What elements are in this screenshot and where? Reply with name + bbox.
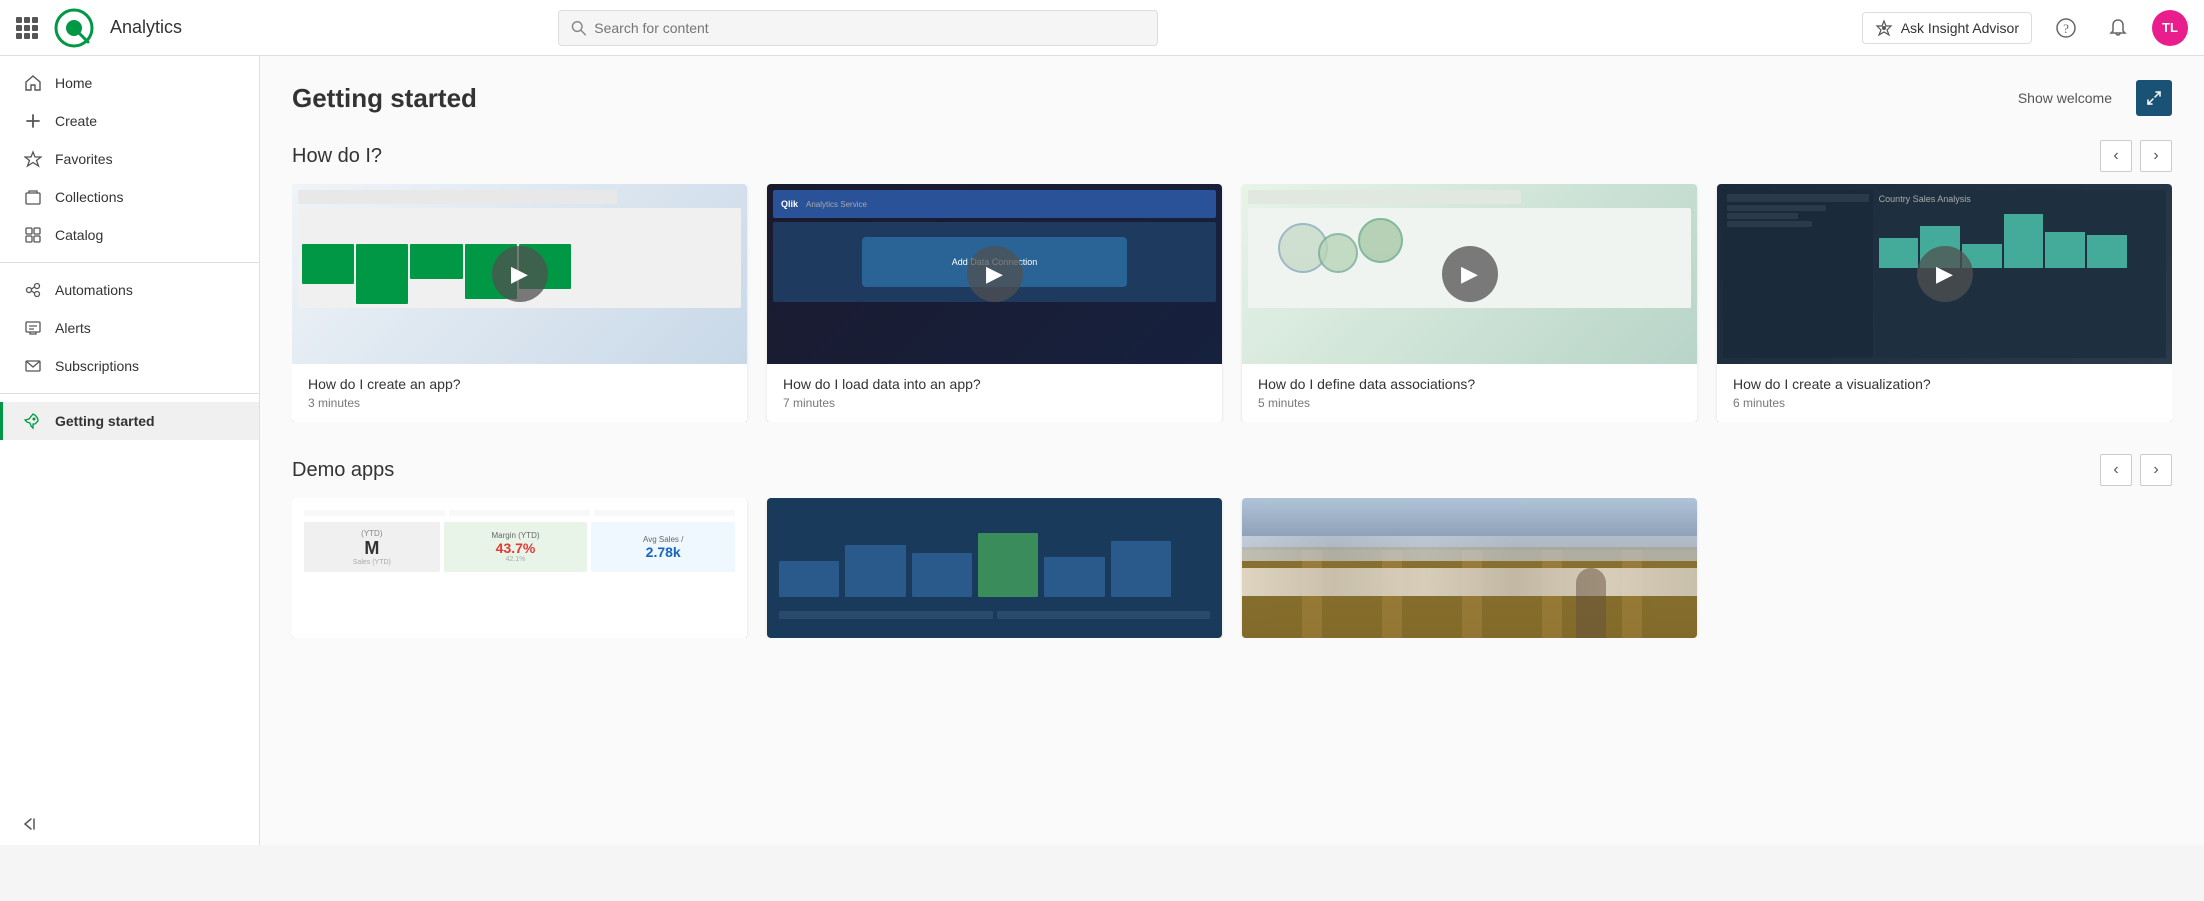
expand-icon [2146, 90, 2162, 106]
search-input[interactable] [594, 20, 1145, 36]
sidebar-label-catalog: Catalog [55, 227, 103, 243]
search-bar[interactable] [558, 10, 1158, 46]
video-card-4[interactable]: Country Sales Analysis [1717, 184, 2172, 422]
video-card-3-duration: 5 minutes [1258, 396, 1681, 410]
video-card-3-info: How do I define data associations? 5 min… [1242, 364, 1697, 422]
insight-label: Ask Insight Advisor [1901, 20, 2019, 36]
sidebar-label-home: Home [55, 75, 92, 91]
sidebar-label-alerts: Alerts [55, 320, 91, 336]
play-icon-2: ▶ [967, 246, 1023, 302]
automations-icon [23, 281, 43, 299]
sidebar-label-getting-started: Getting started [55, 413, 155, 429]
video-thumb-3: ▶ [1242, 184, 1697, 364]
sidebar-label-favorites: Favorites [55, 151, 113, 167]
plus-icon [23, 112, 43, 130]
app-name: Analytics [110, 17, 182, 38]
sidebar-bottom [0, 803, 259, 845]
search-icon [571, 20, 586, 36]
demo-card-3-thumb [1242, 498, 1697, 638]
alerts-icon [23, 319, 43, 337]
demo-apps-nav-arrows: ‹ › [2100, 454, 2172, 486]
video-card-1[interactable]: ▶ How do I create an app? 3 minutes [292, 184, 747, 422]
topnav-right: Ask Insight Advisor ? TL [1862, 10, 2188, 46]
collapse-arrow-icon [20, 815, 38, 833]
sidebar-item-getting-started[interactable]: Getting started [0, 402, 259, 440]
rocket-icon [23, 412, 43, 430]
video-card-2-info: How do I load data into an app? 7 minute… [767, 364, 1222, 422]
sidebar: Home Create Favorites [0, 56, 260, 845]
avatar[interactable]: TL [2152, 10, 2188, 46]
play-icon-1: ▶ [492, 246, 548, 302]
help-button[interactable]: ? [2048, 10, 2084, 46]
video-card-4-info: How do I create a visualization? 6 minut… [1717, 364, 2172, 422]
catalog-icon [23, 226, 43, 244]
insight-icon [1875, 19, 1893, 37]
main-content: Getting started Show welcome How do I? ‹ [260, 56, 2204, 845]
demo-card-3[interactable] [1242, 498, 1697, 638]
video-thumb-4: Country Sales Analysis [1717, 184, 2172, 364]
show-welcome-link[interactable]: Show welcome [2018, 90, 2112, 106]
demo-apps-prev-button[interactable]: ‹ [2100, 454, 2132, 486]
sidebar-item-catalog[interactable]: Catalog [0, 216, 259, 254]
sidebar-divider [0, 262, 259, 263]
grid-menu-icon[interactable] [16, 17, 38, 39]
qlik-logo [54, 8, 94, 48]
video-cards-row: ▶ How do I create an app? 3 minutes Qlik… [292, 184, 2172, 422]
sidebar-item-subscriptions[interactable]: Subscriptions [0, 347, 259, 385]
demo-cards-row: (YTD) M Sales (YTD) Margin (YTD) 43.7% 4… [292, 498, 2172, 638]
demo-card-1-thumb: (YTD) M Sales (YTD) Margin (YTD) 43.7% 4… [292, 498, 747, 638]
sidebar-label-automations: Automations [55, 282, 133, 298]
play-icon-3: ▶ [1442, 246, 1498, 302]
video-card-1-info: How do I create an app? 3 minutes [292, 364, 747, 422]
demo-apps-next-button[interactable]: › [2140, 454, 2172, 486]
svg-text:?: ? [2063, 21, 2069, 36]
sidebar-divider-2 [0, 393, 259, 394]
collapse-sidebar-button[interactable] [20, 815, 38, 833]
how-do-i-title: How do I? [292, 145, 382, 168]
demo-card-2[interactable] [767, 498, 1222, 638]
video-card-2-title: How do I load data into an app? [783, 376, 1206, 392]
insight-advisor-button[interactable]: Ask Insight Advisor [1862, 12, 2032, 44]
star-icon [23, 150, 43, 168]
video-card-2-duration: 7 minutes [783, 396, 1206, 410]
demo-card-1[interactable]: (YTD) M Sales (YTD) Margin (YTD) 43.7% 4… [292, 498, 747, 638]
collections-icon [23, 188, 43, 206]
sidebar-item-automations[interactable]: Automations [0, 271, 259, 309]
sidebar-label-collections: Collections [55, 189, 123, 205]
video-card-3-title: How do I define data associations? [1258, 376, 1681, 392]
sidebar-item-alerts[interactable]: Alerts [0, 309, 259, 347]
video-card-4-title: How do I create a visualization? [1733, 376, 2156, 392]
video-thumb-2: Qlik Analytics Service Add Data Connecti… [767, 184, 1222, 364]
sidebar-item-collections[interactable]: Collections [0, 178, 259, 216]
video-thumb-1: ▶ [292, 184, 747, 364]
page-title-row: Getting started Show welcome [292, 80, 2172, 116]
sidebar-item-create[interactable]: Create [0, 102, 259, 140]
video-card-1-title: How do I create an app? [308, 376, 731, 392]
video-card-2[interactable]: Qlik Analytics Service Add Data Connecti… [767, 184, 1222, 422]
page-title: Getting started [292, 83, 477, 114]
demo-apps-section-header: Demo apps ‹ › [292, 454, 2172, 486]
topnav-left: Analytics [16, 8, 206, 48]
how-do-i-prev-button[interactable]: ‹ [2100, 140, 2132, 172]
how-do-i-nav-arrows: ‹ › [2100, 140, 2172, 172]
sidebar-label-create: Create [55, 113, 97, 129]
subscriptions-icon [23, 357, 43, 375]
video-card-3[interactable]: ▶ How do I define data associations? 5 m… [1242, 184, 1697, 422]
play-icon-4: ▶ [1917, 246, 1973, 302]
demo-card-2-thumb [767, 498, 1222, 638]
video-card-4-duration: 6 minutes [1733, 396, 2156, 410]
top-navigation: Analytics Ask Insight Advisor ? [0, 0, 2204, 56]
how-do-i-next-button[interactable]: › [2140, 140, 2172, 172]
expand-button[interactable] [2136, 80, 2172, 116]
sidebar-item-favorites[interactable]: Favorites [0, 140, 259, 178]
demo-apps-title: Demo apps [292, 459, 394, 482]
sidebar-item-home[interactable]: Home [0, 64, 259, 102]
how-do-i-section-header: How do I? ‹ › [292, 140, 2172, 172]
notifications-button[interactable] [2100, 10, 2136, 46]
video-card-1-duration: 3 minutes [308, 396, 731, 410]
app-layout: Home Create Favorites [0, 56, 2204, 845]
sidebar-label-subscriptions: Subscriptions [55, 358, 139, 374]
home-icon [23, 74, 43, 92]
